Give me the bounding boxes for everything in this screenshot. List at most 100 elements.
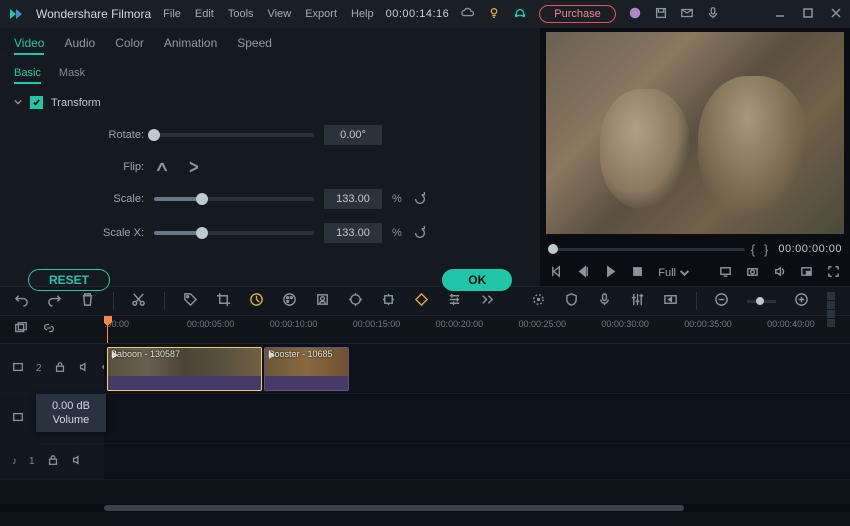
tab-speed[interactable]: Speed (237, 36, 272, 55)
timeline-tracks: 2 Baboon - 130587 Rooster - 10685 1 (0, 344, 850, 504)
purchase-button[interactable]: Purchase (539, 5, 615, 23)
mark-in-icon[interactable]: { (748, 242, 758, 257)
track-lock-icon[interactable] (54, 361, 66, 376)
track-mute-icon[interactable] (71, 454, 83, 469)
render-icon[interactable] (663, 292, 678, 310)
menu-file[interactable]: File (163, 8, 181, 20)
clip-rooster[interactable]: Rooster - 10685 (264, 347, 349, 391)
zoom-in-icon[interactable] (794, 292, 809, 310)
subtab-basic[interactable]: Basic (14, 67, 41, 84)
mic-icon[interactable] (706, 6, 720, 23)
match-frame-icon[interactable] (14, 321, 28, 338)
scalex-value[interactable]: 133.00 (324, 223, 382, 243)
more-icon[interactable] (480, 292, 495, 310)
rotate-value[interactable]: 0.00° (324, 125, 382, 145)
tab-color[interactable]: Color (115, 36, 144, 55)
account-icon[interactable] (628, 6, 642, 23)
scalex-slider[interactable] (154, 231, 314, 235)
quality-dropdown[interactable]: Full (658, 267, 691, 280)
properties-panel: Video Audio Color Animation Speed Basic … (0, 28, 540, 286)
support-icon[interactable] (513, 6, 527, 23)
link-icon[interactable] (42, 321, 56, 338)
greenscreen-icon[interactable] (315, 292, 330, 310)
fullscreen-icon[interactable] (827, 265, 840, 281)
tips-icon[interactable] (487, 6, 501, 23)
speed-icon[interactable] (249, 292, 264, 310)
timeline-ruler[interactable]: :00:0000:00:05:0000:00:10:0000:00:15:000… (104, 316, 850, 343)
tab-audio[interactable]: Audio (64, 36, 95, 55)
crop-icon[interactable] (216, 292, 231, 310)
menu-export[interactable]: Export (305, 8, 337, 20)
scale-unit: % (392, 193, 402, 205)
rotate-slider[interactable] (154, 133, 314, 137)
track-lock-icon[interactable] (47, 454, 59, 469)
playhead[interactable] (107, 316, 108, 343)
redo-icon[interactable] (47, 292, 62, 310)
marker-icon[interactable] (531, 292, 546, 310)
step-back-icon[interactable] (577, 265, 590, 281)
menu-view[interactable]: View (268, 8, 292, 20)
volume-icon[interactable] (773, 265, 786, 281)
transform-checkbox[interactable] (30, 96, 43, 109)
tag-icon[interactable] (183, 292, 198, 310)
mail-icon[interactable] (680, 6, 694, 23)
volume-tooltip: 0.00 dB Volume (36, 394, 106, 432)
zoom-out-icon[interactable] (714, 292, 729, 310)
flip-horizontal-icon[interactable] (154, 159, 170, 175)
ok-button[interactable]: OK (442, 269, 512, 291)
tab-animation[interactable]: Animation (164, 36, 217, 55)
collapse-icon[interactable] (14, 97, 22, 109)
cloud-icon[interactable] (461, 6, 475, 23)
display-icon[interactable] (719, 265, 732, 281)
snapshot-icon[interactable] (746, 265, 759, 281)
tooltip-label: Volume (52, 414, 90, 426)
scalex-reset-icon[interactable] (412, 225, 428, 241)
tooltip-db: 0.00 dB (52, 400, 90, 412)
scale-value[interactable]: 133.00 (324, 189, 382, 209)
main-menu: File Edit Tools View Export Help (163, 8, 373, 20)
color-icon[interactable] (282, 292, 297, 310)
keyframe-add-icon[interactable] (381, 292, 396, 310)
timeline-scrollbar[interactable] (0, 504, 850, 512)
titlebar: Wondershare Filmora File Edit Tools View… (0, 0, 850, 28)
mark-out-icon[interactable]: } (761, 242, 771, 257)
undo-icon[interactable] (14, 292, 29, 310)
transform-header[interactable]: Transform (14, 96, 526, 109)
track-mute-icon[interactable] (78, 361, 90, 376)
scale-slider[interactable] (154, 197, 314, 201)
cut-icon[interactable] (131, 292, 146, 310)
keyframe-icon[interactable] (414, 292, 429, 310)
scalex-unit: % (392, 227, 402, 239)
zoom-slider[interactable] (747, 300, 776, 303)
rotate-label: Rotate: (74, 129, 144, 141)
stop-icon[interactable] (631, 265, 644, 281)
menu-help[interactable]: Help (351, 8, 374, 20)
motion-icon[interactable] (348, 292, 363, 310)
adjust-icon[interactable] (447, 292, 462, 310)
flip-vertical-icon[interactable] (186, 159, 202, 175)
prev-frame-icon[interactable] (550, 265, 563, 281)
play-icon[interactable] (604, 265, 617, 281)
reset-button[interactable]: RESET (28, 269, 110, 291)
voiceover-icon[interactable] (597, 292, 612, 310)
tab-video[interactable]: Video (14, 36, 44, 55)
preview-seek-slider[interactable] (548, 248, 744, 251)
preview-viewport[interactable] (546, 32, 844, 234)
track-v2-label: 2 (36, 363, 42, 374)
clip-baboon[interactable]: Baboon - 130587 (107, 347, 262, 391)
maximize-icon[interactable] (802, 7, 814, 22)
shield-icon[interactable] (564, 292, 579, 310)
minimize-icon[interactable] (774, 7, 786, 22)
subtab-mask[interactable]: Mask (59, 67, 85, 84)
track-size-icon[interactable] (827, 292, 836, 310)
clip-name: Rooster - 10685 (268, 349, 333, 359)
mixer-icon[interactable] (630, 292, 645, 310)
close-icon[interactable] (830, 7, 842, 22)
save-icon[interactable] (654, 6, 668, 23)
menu-edit[interactable]: Edit (195, 8, 214, 20)
top-timecode: 00:00:14:16 (386, 8, 450, 20)
scale-reset-icon[interactable] (412, 191, 428, 207)
delete-icon[interactable] (80, 292, 95, 310)
menu-tools[interactable]: Tools (228, 8, 254, 20)
pip-icon[interactable] (800, 265, 813, 281)
